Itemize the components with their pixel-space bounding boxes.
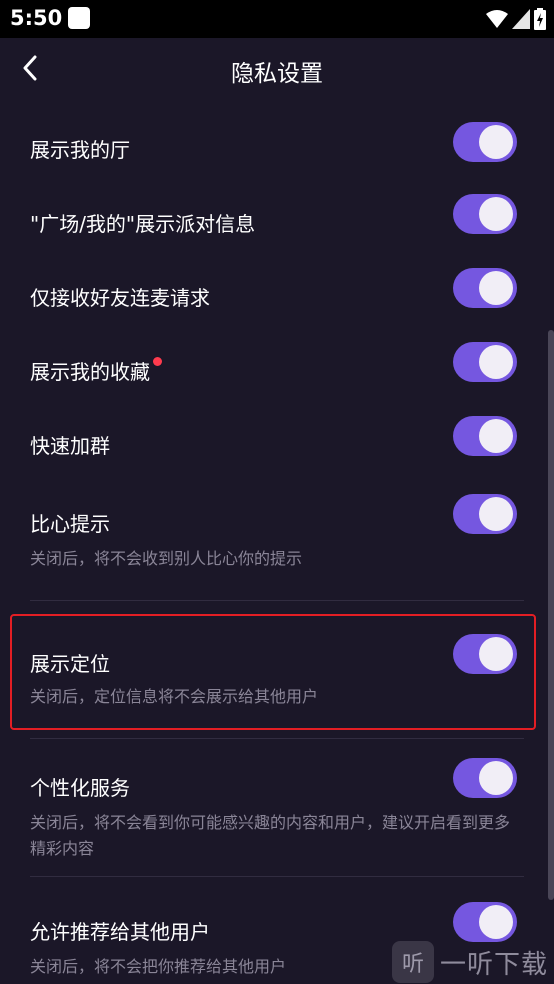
toggle-knob: [479, 761, 513, 795]
wifi-icon: [486, 10, 508, 28]
toggle-knob: [479, 271, 513, 305]
setting-label: 个性化服务: [30, 776, 130, 800]
setting-label: 允许推荐给其他用户: [30, 920, 210, 944]
show-party-info-toggle[interactable]: [453, 194, 517, 234]
watermark-text: 一听下载: [440, 949, 549, 980]
setting-label: 比心提示: [30, 512, 110, 536]
friend-mic-only-toggle[interactable]: [453, 268, 517, 308]
setting-description: 关闭后，将不会收到别人比心你的提示: [30, 549, 303, 568]
allow-recommend-toggle[interactable]: [453, 902, 517, 942]
personalized-service-toggle[interactable]: [453, 758, 517, 798]
status-icons: [486, 6, 546, 32]
setting-label-with-dot: 展示我的收藏: [30, 356, 162, 385]
setting-label: "广场/我的"展示派对信息: [30, 212, 256, 236]
setting-label: 快速加群: [30, 434, 110, 458]
toggle-knob: [479, 125, 513, 159]
toggle-knob: [479, 345, 513, 379]
scrollbar[interactable]: [548, 330, 554, 900]
toggle-knob: [479, 497, 513, 531]
signal-icon: [512, 9, 530, 29]
setting-label: 仅接收好友连麦请求: [30, 286, 210, 310]
toggle-knob: [479, 419, 513, 453]
quick-join-group-toggle[interactable]: [453, 416, 517, 456]
page-title: 隐私设置: [231, 61, 323, 87]
watermark-logo-icon: 听: [392, 941, 434, 983]
nav-bar: 隐私设置: [0, 38, 554, 102]
toggle-knob: [479, 197, 513, 231]
divider: [30, 876, 524, 877]
show-room-toggle[interactable]: [453, 122, 517, 162]
divider: [30, 600, 524, 601]
battery-icon: [534, 8, 546, 30]
show-favorites-toggle[interactable]: [453, 342, 517, 382]
watermark: 听 一听下载: [392, 940, 554, 984]
new-badge-dot: [153, 357, 162, 366]
divider: [30, 738, 524, 739]
notification-icon: [68, 7, 90, 29]
setting-description: 关闭后，将不会看到你可能感兴趣的内容和用户，建议开启看到更多精彩内容: [30, 813, 511, 858]
setting-label: 展示我的收藏: [30, 360, 150, 384]
status-time: 5:50: [10, 6, 63, 30]
heart-hint-toggle[interactable]: [453, 494, 517, 534]
setting-label: 展示我的厅: [30, 138, 130, 162]
highlight-box: [10, 614, 536, 730]
status-bar: 5:50: [0, 0, 554, 38]
toggle-knob: [479, 905, 513, 939]
